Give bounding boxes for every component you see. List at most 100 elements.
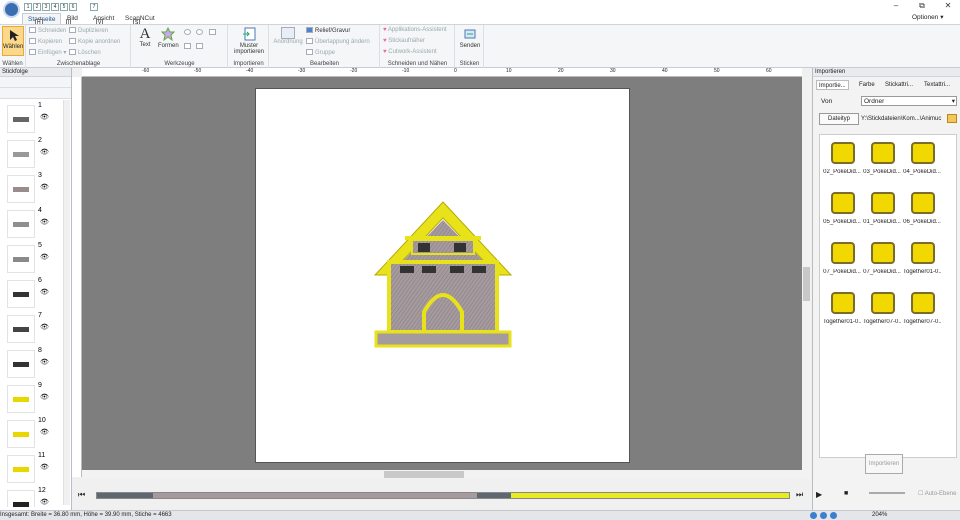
house-embroidery-design[interactable] bbox=[372, 200, 514, 352]
eye-icon[interactable]: 👁 bbox=[40, 323, 49, 331]
sequence-item[interactable]: 11 👁 bbox=[0, 452, 62, 487]
thumbnail-item[interactable]: Together01-0... bbox=[823, 288, 861, 330]
eye-icon[interactable]: 👁 bbox=[40, 463, 49, 471]
filetype-button[interactable]: Dateityp bbox=[819, 113, 859, 125]
sequence-item[interactable]: 1 👁 bbox=[0, 102, 62, 137]
sequence-item[interactable]: 4 👁 bbox=[0, 207, 62, 242]
fit-view-button[interactable] bbox=[209, 29, 218, 36]
realistic-view-icon[interactable] bbox=[820, 512, 827, 519]
vertical-scroll-thumb[interactable] bbox=[803, 267, 810, 301]
eye-icon[interactable]: 👁 bbox=[40, 218, 49, 226]
jump-start-button[interactable]: ⏮ bbox=[78, 490, 85, 500]
minimize-button[interactable]: – bbox=[884, 1, 908, 11]
measure-button[interactable] bbox=[196, 43, 205, 50]
qat-customize-button[interactable]: 7 bbox=[90, 3, 98, 11]
sequence-item[interactable]: 7 👁 bbox=[0, 312, 62, 347]
thumbnail-item[interactable]: 03_PokeDid... bbox=[863, 138, 901, 180]
sequence-scrollbar[interactable] bbox=[63, 100, 70, 505]
tab-color[interactable]: Farbe bbox=[857, 80, 877, 90]
tab-import[interactable]: Importie... bbox=[816, 80, 849, 90]
app-menu-button[interactable] bbox=[3, 1, 20, 18]
canvas-horizontal-scrollbar[interactable] bbox=[82, 470, 802, 479]
eye-icon[interactable]: 👁 bbox=[40, 498, 49, 506]
arrange-button[interactable]: Anordnung bbox=[272, 27, 304, 45]
thumbnail-item[interactable]: 02_PokeDid... bbox=[823, 138, 861, 180]
sequence-item[interactable]: 5 👁 bbox=[0, 242, 62, 277]
send-button[interactable]: Senden bbox=[458, 27, 482, 49]
overlap-button[interactable]: Überlappung ändern bbox=[306, 38, 370, 45]
canvas-vertical-scrollbar[interactable] bbox=[802, 77, 811, 479]
thumbnail-item[interactable]: 07_PokeDid... bbox=[863, 238, 901, 280]
auto-layer-checkbox[interactable]: ☐ Auto-Ebene bbox=[918, 490, 956, 497]
qat-saveas-button[interactable]: 4 bbox=[51, 3, 59, 11]
eye-icon[interactable]: 👁 bbox=[40, 183, 49, 191]
thumbnail-item[interactable]: 06_PokeDid... bbox=[903, 188, 941, 230]
relief-button[interactable]: Relief/Gravur bbox=[306, 27, 350, 34]
von-select[interactable]: Ordner ▾ bbox=[861, 96, 957, 106]
qat-new-button[interactable]: 1 bbox=[24, 3, 32, 11]
pan-button[interactable] bbox=[184, 43, 193, 50]
eye-icon[interactable]: 👁 bbox=[40, 253, 49, 261]
thumbnail-item[interactable]: 04_PokeDid... bbox=[903, 138, 941, 180]
thumbnail-item[interactable]: Together01-0... bbox=[903, 238, 941, 280]
qat-undo-button[interactable]: 5 bbox=[60, 3, 68, 11]
sequence-item[interactable]: 3 👁 bbox=[0, 172, 62, 207]
stop-button[interactable]: ■ bbox=[844, 490, 848, 497]
text-tool-button[interactable]: A Text bbox=[136, 27, 154, 49]
copy-arrange-button[interactable]: Kopie anordnen bbox=[69, 38, 120, 45]
stickaufnaher-button[interactable]: ♥ Stickaufnäher bbox=[383, 38, 425, 44]
thumbnail-item[interactable]: 01_PokeDid... bbox=[863, 188, 901, 230]
options-menu[interactable]: Optionen ▾ bbox=[912, 13, 943, 21]
qat-open-button[interactable]: 2 bbox=[33, 3, 41, 11]
horizontal-scroll-thumb[interactable] bbox=[384, 471, 464, 478]
qat-redo-button[interactable]: 6 bbox=[69, 3, 77, 11]
cut-button[interactable]: Schneiden bbox=[29, 27, 66, 34]
sequence-item[interactable]: 12 👁 bbox=[0, 487, 62, 507]
delete-button[interactable]: Löschen bbox=[69, 49, 101, 56]
tab-text-attributes[interactable]: Textattri... bbox=[922, 80, 952, 90]
stitch-timeline[interactable] bbox=[96, 492, 790, 499]
qat-save-button[interactable]: 3 bbox=[42, 3, 50, 11]
thumbnail-item[interactable]: 07_PokeDid... bbox=[823, 238, 861, 280]
zoom-out-button[interactable] bbox=[196, 29, 205, 36]
jump-end-button[interactable]: ⏭ bbox=[796, 490, 803, 500]
sequence-item[interactable]: 10 👁 bbox=[0, 417, 62, 452]
thumbnail-grid[interactable]: 02_PokeDid... 03_PokeDid... 04_PokeDid... 0… bbox=[819, 134, 957, 458]
duplicate-button[interactable]: Duplizieren bbox=[69, 27, 108, 34]
play-button[interactable]: ▶ bbox=[816, 490, 822, 499]
paste-button[interactable]: Einfügen ▾ bbox=[29, 49, 66, 56]
sequence-item[interactable]: 2 👁 bbox=[0, 137, 62, 172]
eye-icon[interactable]: 👁 bbox=[40, 288, 49, 296]
eye-icon[interactable]: 👁 bbox=[40, 148, 49, 156]
close-button[interactable]: ✕ bbox=[936, 1, 960, 11]
applique-button[interactable]: ♥ Applikations-Assistent bbox=[383, 27, 447, 33]
eye-icon[interactable]: 👁 bbox=[40, 428, 49, 436]
group-button[interactable]: Gruppe bbox=[306, 49, 335, 56]
import-button[interactable]: Importieren bbox=[865, 454, 903, 474]
thumbnail-item[interactable]: 05_PokeDid... bbox=[823, 188, 861, 230]
view-mode-icon[interactable] bbox=[810, 512, 817, 519]
thumbnail-item[interactable]: Together07-0... bbox=[863, 288, 901, 330]
thumbnail-item[interactable]: Together07-0... bbox=[903, 288, 941, 330]
sequence-item[interactable]: 8 👁 bbox=[0, 347, 62, 382]
design-canvas[interactable] bbox=[82, 77, 802, 479]
folder-icon[interactable] bbox=[947, 114, 957, 123]
cutwork-button[interactable]: ♥ Cutwork-Assistent bbox=[383, 49, 437, 55]
grid-icon[interactable] bbox=[830, 512, 837, 519]
sequence-item[interactable]: 9 👁 bbox=[0, 382, 62, 417]
speed-slider[interactable] bbox=[869, 492, 905, 494]
eye-icon[interactable]: 👁 bbox=[40, 393, 49, 401]
maximize-button[interactable]: ⧉ bbox=[910, 1, 934, 11]
sequence-item[interactable]: 6 👁 bbox=[0, 277, 62, 312]
import-patterns-button[interactable]: Muster importieren bbox=[231, 27, 267, 55]
tab-ansicht[interactable]: Ansicht bbox=[88, 13, 119, 24]
tab-stitch-attributes[interactable]: Stickattri... bbox=[883, 80, 915, 90]
copy-button[interactable]: Kopieren bbox=[29, 38, 62, 45]
select-button[interactable]: Wählen bbox=[2, 26, 24, 56]
sequence-list[interactable]: 1 👁 2 👁 3 👁 4 👁 5 👁 6 👁 7 👁 8 👁 9 👁 10 👁 11 👁 12 👁 bbox=[0, 102, 63, 507]
eye-icon[interactable]: 👁 bbox=[40, 113, 49, 121]
ruler-label: -10 bbox=[402, 68, 410, 74]
shapes-button[interactable]: Formen bbox=[158, 26, 179, 49]
zoom-in-button[interactable] bbox=[184, 29, 193, 36]
eye-icon[interactable]: 👁 bbox=[40, 358, 49, 366]
